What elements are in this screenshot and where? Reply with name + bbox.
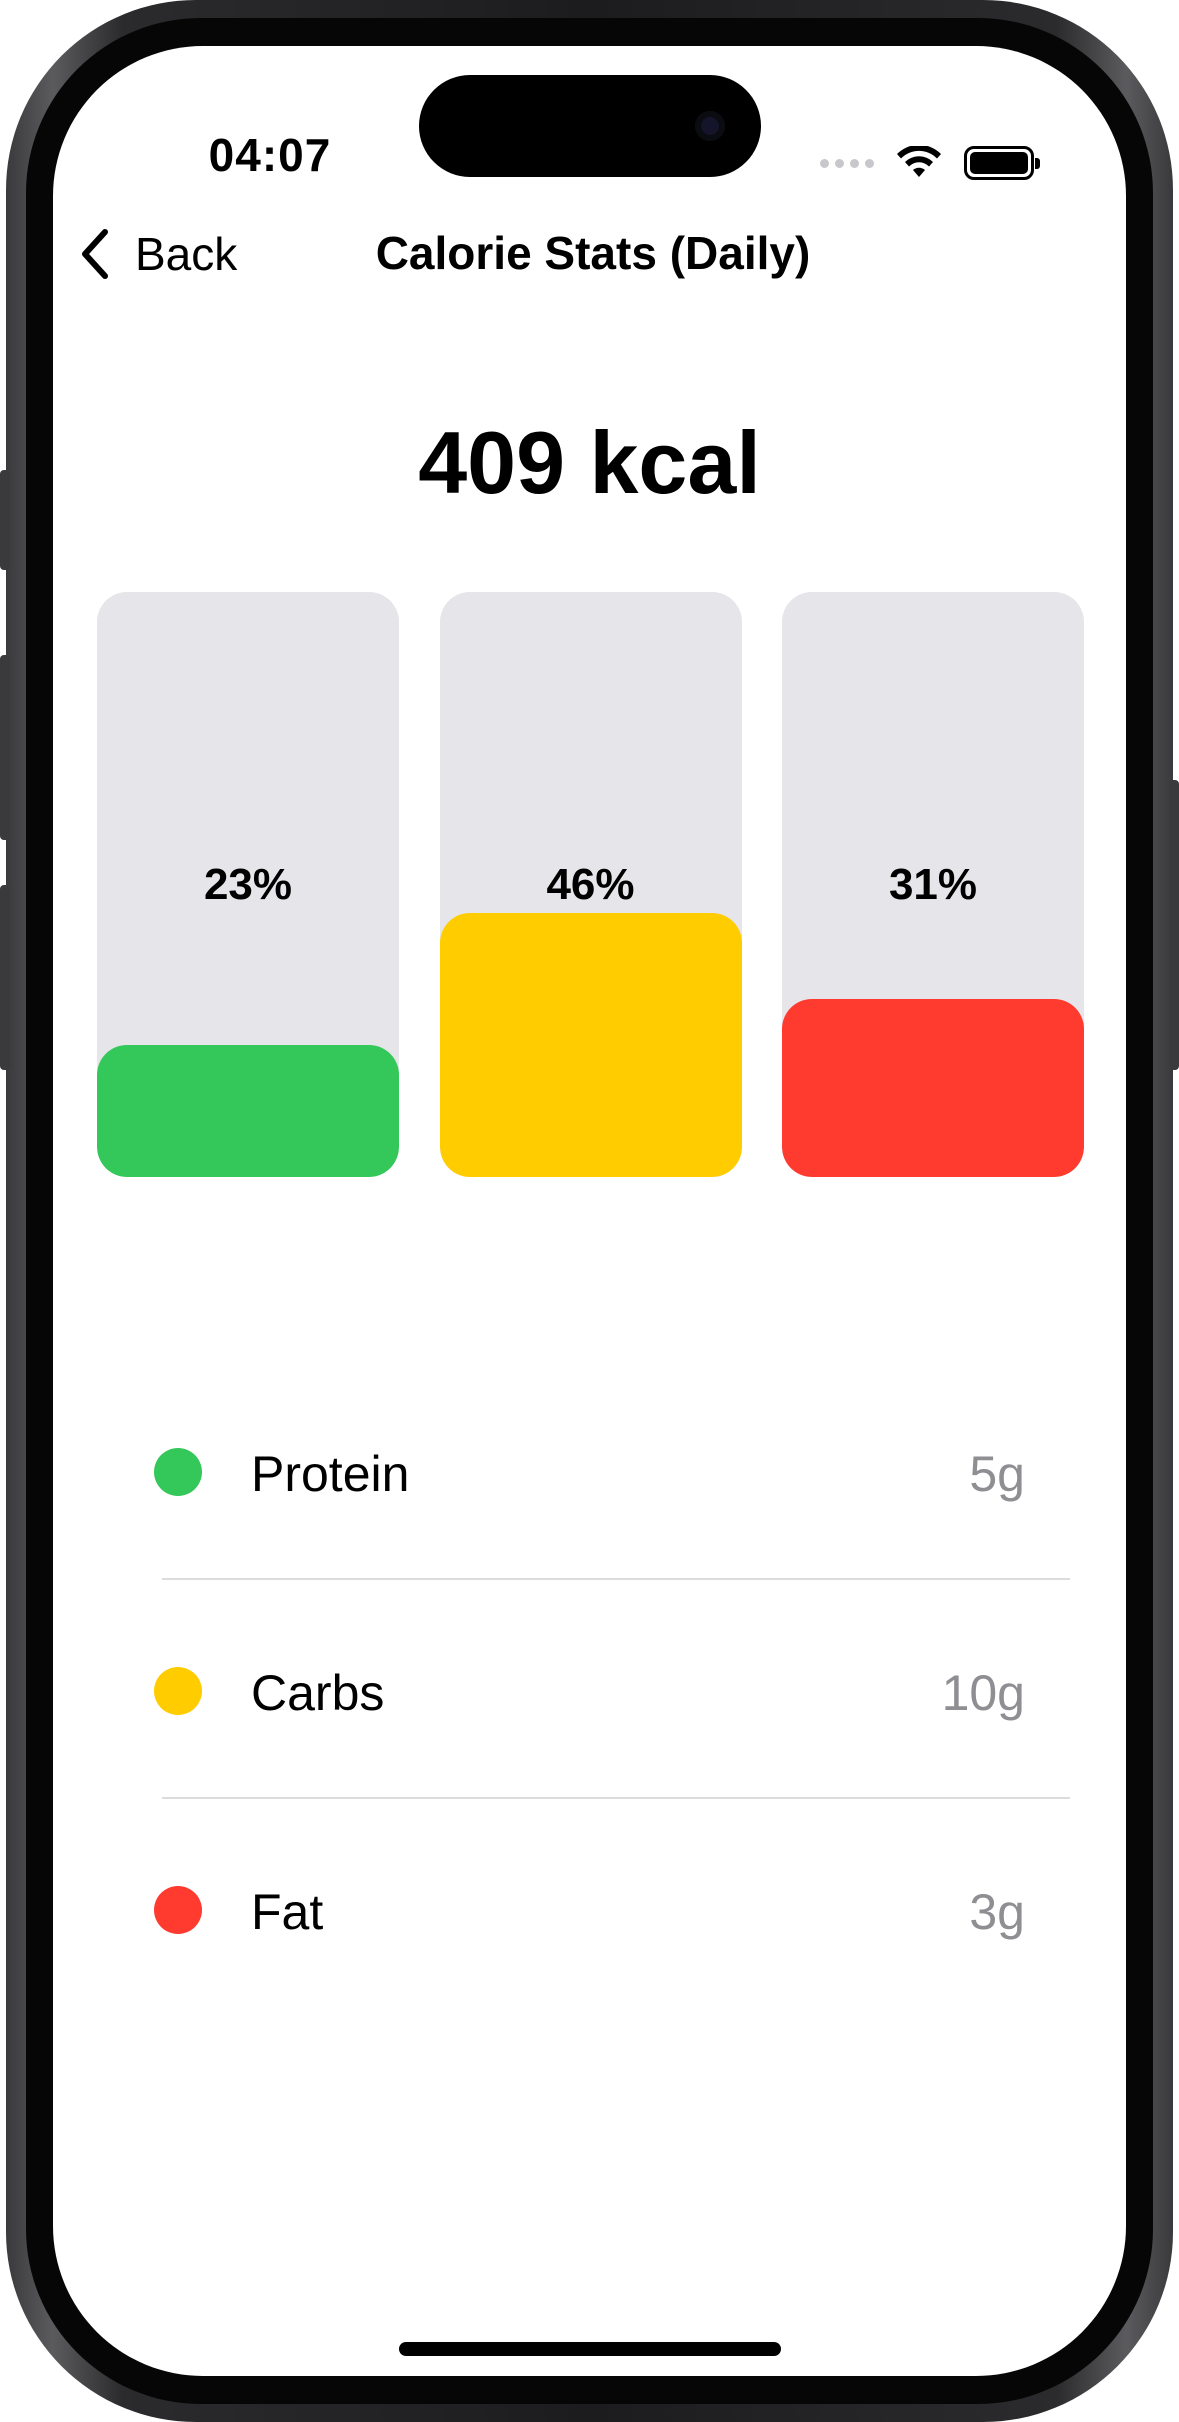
power-button xyxy=(1169,780,1179,1070)
battery-icon xyxy=(964,146,1040,180)
camera-lens xyxy=(695,111,725,141)
macro-list: Protein 5g Carbs 10g Fat 3g xyxy=(53,1361,1126,2018)
back-label: Back xyxy=(135,228,238,280)
protein-bar: 23% xyxy=(97,592,399,1177)
list-item-value: 5g xyxy=(969,1446,1025,1502)
signal-icon xyxy=(820,158,874,168)
list-item-carbs[interactable]: Carbs 10g xyxy=(53,1580,1126,1799)
wifi-icon xyxy=(897,146,941,177)
action-button xyxy=(0,470,10,570)
home-indicator[interactable] xyxy=(399,2342,781,2356)
carbs-bar: 46% xyxy=(439,592,742,1177)
carbs-bar-fill xyxy=(439,913,742,1177)
volume-down-button xyxy=(0,885,10,1070)
status-time: 04:07 xyxy=(208,129,332,181)
back-button[interactable]: Back xyxy=(75,222,237,286)
device-stage: 04:07 Back Calorie Stats (Daily) 409 kca… xyxy=(0,0,1179,2422)
screen: 04:07 Back Calorie Stats (Daily) 409 kca… xyxy=(53,46,1126,2376)
total-calories: 409 kcal xyxy=(418,413,761,512)
list-item-value: 10g xyxy=(941,1665,1025,1721)
carbs-dot-icon xyxy=(154,1667,202,1715)
list-item-value: 3g xyxy=(969,1884,1025,1940)
protein-percent: 23% xyxy=(203,860,293,909)
fat-percent: 31% xyxy=(888,860,978,909)
chevron-left-icon xyxy=(82,229,108,279)
volume-up-button xyxy=(0,655,10,840)
fat-dot-icon xyxy=(154,1886,202,1934)
macro-bars: 23% 46% 31% xyxy=(97,592,1084,1177)
fat-bar: 31% xyxy=(782,592,1084,1177)
list-item-protein[interactable]: Protein 5g xyxy=(53,1361,1126,1580)
list-item-label: Protein xyxy=(251,1446,410,1502)
list-item-label: Fat xyxy=(251,1884,324,1940)
status-indicators xyxy=(820,146,1040,180)
list-item-label: Carbs xyxy=(251,1665,385,1721)
protein-bar-fill xyxy=(97,1045,399,1177)
dynamic-island xyxy=(419,75,761,177)
list-item-fat[interactable]: Fat 3g xyxy=(53,1799,1126,2018)
fat-bar-fill xyxy=(782,999,1084,1177)
protein-dot-icon xyxy=(154,1448,202,1496)
page-title: Calorie Stats (Daily) xyxy=(375,227,811,279)
carbs-percent: 46% xyxy=(546,860,635,909)
